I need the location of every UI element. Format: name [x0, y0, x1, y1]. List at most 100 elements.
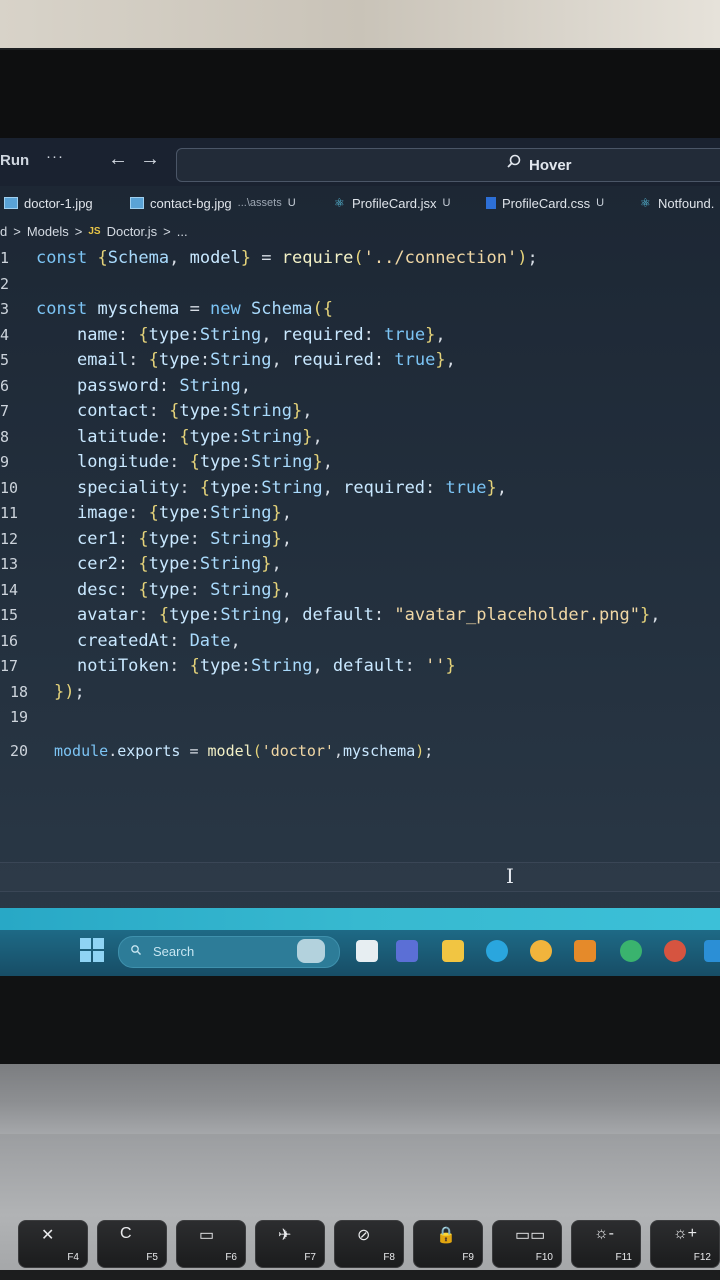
- code-line[interactable]: 15 avatar: {type:String, default: "avata…: [0, 603, 720, 627]
- code-text: createdAt: Date,: [76, 630, 241, 651]
- code-line[interactable]: 13 cer2: {type:String},: [0, 552, 720, 576]
- image-file-icon: [130, 197, 144, 209]
- tab-path: ...\assets: [237, 197, 282, 209]
- tab-status: U: [596, 197, 605, 209]
- tab-notfound[interactable]: ⚛ Notfound.: [640, 190, 714, 216]
- code-text: avatar: {type:String, default: "avatar_p…: [76, 605, 661, 625]
- function-key-f4[interactable]: ✕ F4: [18, 1220, 88, 1268]
- line-number: 5: [0, 351, 10, 369]
- command-search-box[interactable]: Hover: [176, 148, 720, 182]
- widgets-icon[interactable]: [356, 940, 378, 962]
- key-glyph-icon: ☼+: [673, 1225, 698, 1242]
- function-key-f11[interactable]: ☼- F11: [571, 1220, 641, 1268]
- breadcrumb-separator: >: [163, 223, 171, 239]
- title-bar: Run ··· ← → Hover: [0, 138, 720, 186]
- menu-more-button[interactable]: ···: [46, 148, 64, 165]
- keyboard-next-row: [0, 1270, 720, 1280]
- code-line[interactable]: 4 name: {type:String, required: true},: [0, 323, 720, 347]
- image-file-icon: [4, 197, 18, 209]
- code-line[interactable]: 17 notiToken: {type:String, default: ''}: [0, 654, 720, 678]
- code-line[interactable]: 11 image: {type:String},: [0, 501, 720, 525]
- laptop-top-bezel: [0, 48, 720, 166]
- code-line[interactable]: 7 contact: {type:String},: [0, 399, 720, 423]
- code-line[interactable]: 5 email: {type:String, required: true},: [0, 348, 720, 372]
- breadcrumb-file[interactable]: Doctor.js: [107, 224, 158, 239]
- code-line[interactable]: 18});: [0, 680, 720, 704]
- chrome-icon[interactable]: [530, 940, 552, 962]
- text-cursor-icon: I: [506, 864, 514, 888]
- code-text: const {Schema, model} = require('../conn…: [36, 248, 538, 268]
- line-number: 17: [0, 657, 19, 675]
- key-label: F10: [535, 1252, 553, 1263]
- key-label: F4: [67, 1252, 79, 1263]
- function-key-f6[interactable]: ▭ F6: [176, 1220, 246, 1268]
- code-line[interactable]: 3 const myschema = new Schema({: [0, 297, 720, 321]
- breadcrumb-models[interactable]: Models: [27, 224, 69, 239]
- vscode-icon[interactable]: [704, 940, 720, 962]
- function-key-f7[interactable]: ✈ F7: [255, 1220, 325, 1268]
- code-line[interactable]: 14 desc: {type: String},: [0, 578, 720, 602]
- function-key-f10[interactable]: ▭▭ F10: [492, 1220, 562, 1268]
- line-number: 3: [0, 300, 10, 318]
- code-text: });: [54, 681, 85, 702]
- tab-label: contact-bg.jpg: [150, 195, 232, 211]
- key-glyph-icon: ☼-: [594, 1225, 614, 1242]
- teams-icon[interactable]: [396, 940, 418, 962]
- code-line[interactable]: 12 cer1: {type: String},: [0, 527, 720, 551]
- taskbar-search[interactable]: Search: [118, 936, 340, 968]
- tab-doctor-1-jpg[interactable]: doctor-1.jpg: [4, 190, 93, 216]
- tab-profilecard-jsx[interactable]: ⚛ ProfileCard.jsx U: [334, 190, 450, 216]
- menu-run[interactable]: Run: [0, 152, 29, 169]
- breadcrumb-separator: >: [74, 223, 83, 239]
- tab-profilecard-css[interactable]: ProfileCard.css U: [486, 190, 604, 216]
- key-label: F6: [225, 1252, 237, 1263]
- key-label: F11: [615, 1252, 633, 1263]
- line-number: 19: [10, 708, 29, 726]
- code-editor[interactable]: 1 const {Schema, model} = require('../con…: [0, 242, 720, 902]
- line-number: 11: [0, 504, 19, 522]
- breadcrumb-root[interactable]: d: [0, 224, 7, 239]
- editor-tabs: doctor-1.jpg contact-bg.jpg ...\assets U…: [0, 190, 720, 216]
- code-line[interactable]: 20 module.exports = model('doctor',mysche…: [0, 739, 720, 763]
- code-line[interactable]: 8 latitude: {type:String},: [0, 425, 720, 449]
- key-glyph-icon: 🔒: [436, 1227, 456, 1244]
- key-label: F5: [146, 1252, 158, 1263]
- search-highlight-icon: [297, 939, 325, 963]
- code-line[interactable]: 6 password: String,: [0, 374, 720, 398]
- code-text: notiToken: {type:String, default: ''}: [76, 656, 456, 676]
- code-line[interactable]: 9 longitude: {type:String},: [0, 450, 720, 474]
- code-line[interactable]: 1 const {Schema, model} = require('../con…: [0, 246, 720, 270]
- start-icon[interactable]: [80, 938, 104, 962]
- edge-icon[interactable]: [486, 940, 508, 962]
- function-key-f8[interactable]: ⊘ F8: [334, 1220, 404, 1268]
- file-explorer-icon[interactable]: [442, 940, 464, 962]
- function-key-f9[interactable]: 🔒 F9: [413, 1220, 483, 1268]
- line-number: 1: [0, 249, 10, 267]
- function-key-f12[interactable]: ☼+ F12: [650, 1220, 720, 1268]
- back-arrow-icon[interactable]: ←: [108, 148, 128, 171]
- code-text: desc: {type: String},: [76, 579, 292, 600]
- tab-label: ProfileCard.jsx: [352, 195, 437, 211]
- key-glyph-icon: ⊘: [357, 1227, 371, 1244]
- code-text: email: {type:String, required: true},: [76, 350, 456, 370]
- forward-arrow-icon[interactable]: →: [140, 148, 160, 171]
- spotify-icon[interactable]: [620, 940, 642, 962]
- code-line[interactable]: 16 createdAt: Date,: [0, 629, 720, 653]
- breadcrumb-more[interactable]: ...: [177, 224, 188, 239]
- line-number: 8: [0, 427, 10, 446]
- code-text: longitude: {type:String},: [76, 452, 333, 472]
- code-text: image: {type:String},: [76, 503, 292, 523]
- code-line[interactable]: 2: [0, 272, 720, 296]
- tab-label: doctor-1.jpg: [24, 195, 93, 211]
- code-line[interactable]: 10 speciality: {type:String, required: t…: [0, 476, 720, 500]
- vlc-icon[interactable]: [574, 940, 596, 962]
- code-text: const myschema = new Schema({: [36, 299, 333, 319]
- function-key-f5[interactable]: C F5: [97, 1220, 167, 1268]
- code-line[interactable]: 19: [0, 705, 720, 729]
- powerpoint-icon[interactable]: [664, 940, 686, 962]
- line-number: 9: [0, 453, 10, 471]
- line-number: 12: [0, 529, 19, 548]
- command-search-text: Hover: [529, 157, 572, 174]
- tab-contact-bg-jpg[interactable]: contact-bg.jpg ...\assets U: [130, 190, 296, 216]
- code-text: speciality: {type:String, required: true…: [76, 477, 507, 498]
